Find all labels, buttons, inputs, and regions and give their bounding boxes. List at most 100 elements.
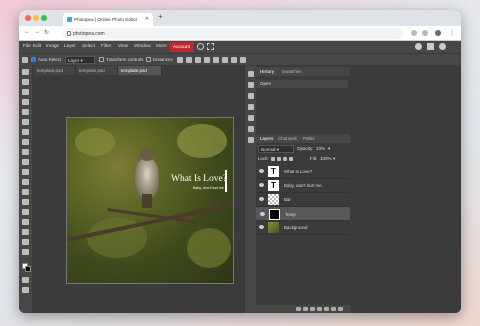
paragraph-panel-icon[interactable] — [248, 115, 254, 121]
dodge-tool-icon[interactable] — [22, 189, 29, 195]
layer-row-selected[interactable]: Temp — [256, 207, 350, 221]
align-icon[interactable] — [186, 57, 192, 63]
align-icon[interactable] — [240, 57, 246, 63]
tab-layers[interactable]: Layers — [260, 136, 274, 141]
align-icon[interactable] — [231, 57, 237, 63]
brush-panel-icon[interactable] — [248, 93, 254, 99]
menu-window[interactable]: Window — [134, 43, 151, 48]
reload-icon[interactable]: ↻ — [44, 29, 49, 36]
menu-filter[interactable]: Filter — [101, 43, 111, 48]
align-icon[interactable] — [213, 57, 219, 63]
history-item[interactable]: Open — [256, 80, 348, 88]
css-panel-icon[interactable] — [248, 126, 254, 132]
gradient-tool-icon[interactable] — [22, 169, 29, 175]
auto-select-checkbox[interactable] — [31, 57, 36, 62]
layer-row[interactable]: Bar — [256, 193, 350, 207]
menu-account[interactable]: Account — [170, 42, 194, 52]
background-color-swatch[interactable] — [25, 266, 31, 272]
blend-mode-dropdown[interactable]: Normal ▾ — [258, 145, 294, 153]
adjustment-layer-icon[interactable] — [310, 307, 315, 311]
eyedropper-tool-icon[interactable] — [22, 119, 29, 125]
eraser-tool-icon[interactable] — [22, 159, 29, 165]
zoom-tool-icon[interactable] — [22, 249, 29, 255]
layer-row[interactable]: T Baby, don't hurt me. — [256, 179, 350, 193]
browser-tab[interactable]: Photopea | Online Photo Editor ✕ — [63, 13, 153, 26]
distances-checkbox[interactable] — [146, 57, 151, 62]
tab-history[interactable]: History — [260, 69, 274, 74]
layer-row[interactable]: T What Is Love? — [256, 165, 350, 179]
new-layer-icon[interactable] — [331, 307, 336, 311]
screen-mode-icon[interactable] — [22, 287, 29, 293]
minimize-window-button[interactable] — [33, 15, 39, 21]
align-icon[interactable] — [222, 57, 228, 63]
quick-mask-icon[interactable] — [22, 277, 29, 283]
lasso-tool-icon[interactable] — [22, 89, 29, 95]
image-panel-icon[interactable] — [248, 137, 254, 143]
menu-more[interactable]: More — [156, 43, 167, 48]
menu-file[interactable]: File — [23, 43, 31, 48]
type-tool-icon[interactable] — [22, 209, 29, 215]
lock-position-icon[interactable] — [283, 157, 287, 161]
visibility-eye-icon[interactable] — [259, 183, 264, 187]
crop-tool-icon[interactable] — [22, 109, 29, 115]
delete-layer-icon[interactable] — [338, 307, 343, 311]
lock-pixels-icon[interactable] — [277, 157, 281, 161]
pen-tool-icon[interactable] — [22, 199, 29, 205]
magic-wand-tool-icon[interactable] — [22, 99, 29, 105]
align-icon[interactable] — [195, 57, 201, 63]
layer-mask-icon[interactable] — [317, 307, 322, 311]
opacity-dropdown-icon[interactable]: ▾ — [328, 146, 330, 152]
document-tab[interactable]: template.psd — [76, 66, 118, 75]
clone-stamp-tool-icon[interactable] — [22, 149, 29, 155]
character-panel-icon[interactable] — [248, 104, 254, 110]
transform-controls-checkbox[interactable] — [99, 57, 104, 62]
shape-tool-icon[interactable] — [22, 229, 29, 235]
back-icon[interactable]: ← — [24, 29, 30, 35]
new-tab-button[interactable]: + — [158, 12, 163, 21]
align-icon[interactable] — [204, 57, 210, 63]
layer-row[interactable]: Background — [256, 221, 350, 235]
hand-tool-icon[interactable] — [22, 239, 29, 245]
menu-select[interactable]: Select — [82, 43, 95, 48]
fullscreen-icon[interactable] — [207, 43, 214, 50]
tab-paths[interactable]: Paths — [303, 136, 315, 141]
blur-tool-icon[interactable] — [22, 179, 29, 185]
menu-layer[interactable]: Layer — [64, 43, 76, 48]
reddit-icon[interactable] — [415, 43, 422, 50]
new-group-icon[interactable] — [324, 307, 329, 311]
link-layers-icon[interactable] — [296, 307, 301, 311]
auto-select-target-dropdown[interactable]: Layer ▾ — [65, 56, 95, 64]
tab-channels[interactable]: Channels — [278, 136, 297, 141]
document-tab[interactable]: template.psd — [34, 66, 76, 75]
opacity-value[interactable]: 23% — [316, 146, 325, 151]
canvas-area[interactable]: What Is Love? Baby, don't hurt me — [32, 75, 244, 313]
tab-swatches[interactable]: Swatches — [282, 69, 302, 74]
visibility-eye-icon[interactable] — [259, 225, 264, 229]
bookmark-icon[interactable] — [422, 30, 428, 36]
layer-effects-icon[interactable] — [303, 307, 308, 311]
facebook-icon[interactable] — [439, 43, 446, 50]
visibility-eye-icon[interactable] — [259, 197, 264, 201]
move-tool-icon[interactable] — [22, 69, 29, 75]
align-icon[interactable] — [177, 57, 183, 63]
visibility-eye-icon[interactable] — [259, 169, 264, 173]
close-window-button[interactable] — [25, 15, 31, 21]
fill-dropdown-icon[interactable]: ▾ — [333, 156, 335, 162]
fill-value[interactable]: 100% — [320, 156, 332, 161]
browser-menu-icon[interactable]: ⋮ — [449, 29, 455, 36]
brush-tool-icon[interactable] — [22, 139, 29, 145]
menu-view[interactable]: View — [118, 43, 128, 48]
close-tab-icon[interactable]: ✕ — [145, 16, 149, 22]
search-icon[interactable] — [197, 43, 204, 50]
lock-all-icon[interactable] — [289, 157, 293, 161]
swatches-panel-icon[interactable] — [248, 82, 254, 88]
extension-icon[interactable] — [411, 30, 417, 36]
document-canvas-image[interactable]: What Is Love? Baby, don't hurt me — [66, 117, 234, 284]
menu-image[interactable]: Image — [46, 43, 59, 48]
marquee-tool-icon[interactable] — [22, 79, 29, 85]
forward-icon[interactable]: → — [34, 29, 40, 35]
profile-avatar[interactable] — [435, 30, 441, 36]
menu-edit[interactable]: Edit — [33, 43, 41, 48]
twitter-icon[interactable] — [427, 43, 434, 50]
url-field[interactable]: photopea.com — [63, 28, 403, 39]
